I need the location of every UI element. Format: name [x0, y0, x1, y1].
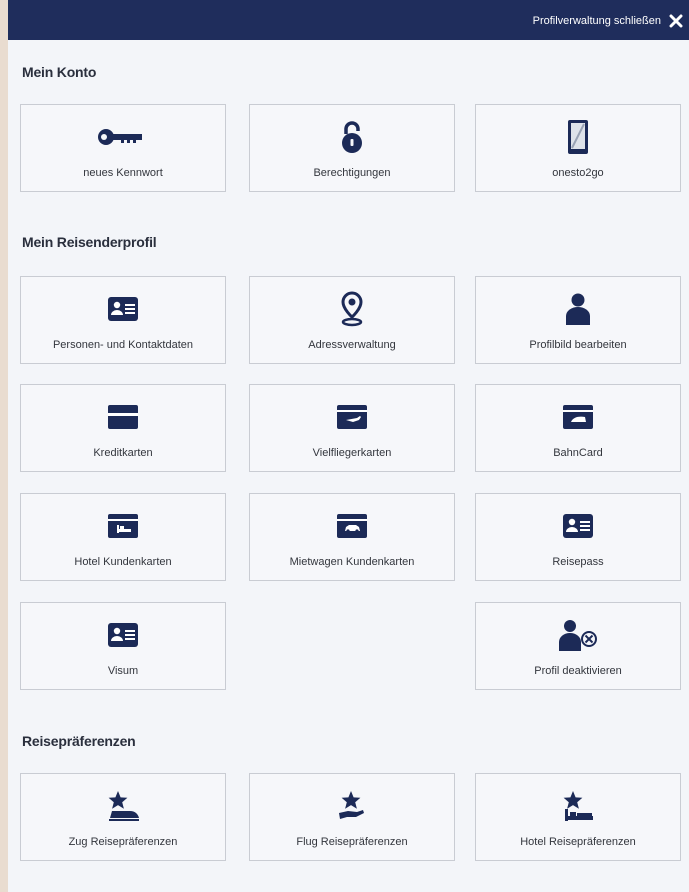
tile-neues-kennwort[interactable]: neues Kennwort	[20, 104, 226, 192]
tile-reisepass[interactable]: Reisepass	[475, 493, 681, 581]
tile-flug-reisepraeferenzen[interactable]: Flug Reisepräferenzen	[249, 773, 455, 861]
tile-label: Kreditkarten	[93, 447, 153, 459]
star-train-icon	[108, 791, 139, 821]
tile-hotel-reisepraeferenzen[interactable]: Hotel Reisepräferenzen	[475, 773, 681, 861]
tile-label: Visum	[107, 665, 139, 677]
section-title-konto: Mein Konto	[22, 64, 97, 80]
tile-profilbild-bearbeiten[interactable]: Profilbild bearbeiten	[475, 276, 681, 364]
top-bar: Profilverwaltung schließen	[8, 0, 689, 40]
tile-zug-reisepraeferenzen[interactable]: Zug Reisepräferenzen	[20, 773, 226, 861]
map-pin-icon	[341, 291, 363, 327]
tile-label: Mietwagen Kundenkarten	[289, 556, 415, 568]
tile-mietwagen-kundenkarten[interactable]: Mietwagen Kundenkarten	[249, 493, 455, 581]
section-title-reisepraeferenzen: Reisepräferenzen	[22, 733, 136, 749]
bahncard-icon	[563, 405, 593, 429]
tile-label: Reisepass	[552, 556, 604, 568]
tile-label: Adressverwaltung	[308, 339, 396, 351]
star-bed-icon	[563, 791, 593, 821]
star-hand-icon	[339, 791, 364, 819]
user-icon	[566, 293, 590, 325]
profile-panel: Profilverwaltung schließen Mein Konto ne…	[8, 0, 689, 892]
close-profile-button[interactable]: Profilverwaltung schließen	[533, 12, 683, 30]
tile-label: Personen- und Kontaktdaten	[52, 339, 194, 351]
tile-label: BahnCard	[553, 447, 603, 459]
tile-profil-deaktivieren[interactable]: Profil deaktivieren	[475, 602, 681, 690]
tile-bahncard[interactable]: BahnCard	[475, 384, 681, 472]
section-title-reisenderprofil: Mein Reisenderprofil	[22, 234, 157, 250]
tile-berechtigungen[interactable]: Berechtigungen	[249, 104, 455, 192]
tile-vielfliegerkarten[interactable]: Vielfliegerkarten	[249, 384, 455, 472]
tile-label: Hotel Reisepräferenzen	[520, 836, 636, 848]
tile-label: neues Kennwort	[83, 167, 163, 179]
key-icon	[98, 129, 142, 145]
close-x-icon	[669, 14, 683, 28]
frequent-flyer-card-icon	[337, 405, 367, 429]
tile-label: Berechtigungen	[313, 167, 391, 179]
credit-card-icon	[108, 405, 138, 429]
tile-label: Hotel Kundenkarten	[74, 556, 172, 568]
tile-label: Profil deaktivieren	[534, 665, 622, 677]
tile-adressverwaltung[interactable]: Adressverwaltung	[249, 276, 455, 364]
smartphone-icon	[568, 120, 588, 154]
tile-label: Profilbild bearbeiten	[529, 339, 627, 351]
tile-personen-kontaktdaten[interactable]: Personen- und Kontaktdaten	[20, 276, 226, 364]
user-deactivate-icon	[559, 620, 597, 651]
hotel-card-icon	[108, 514, 138, 538]
id-card-icon	[108, 297, 138, 321]
tile-label: Zug Reisepräferenzen	[68, 836, 178, 848]
tile-hotel-kundenkarten[interactable]: Hotel Kundenkarten	[20, 493, 226, 581]
passport-id-icon	[563, 514, 593, 538]
visa-id-icon	[108, 623, 138, 647]
tile-onesto2go[interactable]: onesto2go	[475, 104, 681, 192]
tile-visum[interactable]: Visum	[20, 602, 226, 690]
close-profile-label: Profilverwaltung schließen	[532, 15, 661, 27]
padlock-icon	[342, 121, 362, 153]
tile-label: Vielfliegerkarten	[312, 447, 392, 459]
tile-label: onesto2go	[552, 167, 604, 179]
tile-kreditkarten[interactable]: Kreditkarten	[20, 384, 226, 472]
rental-car-card-icon	[337, 514, 367, 538]
tile-label: Flug Reisepräferenzen	[296, 836, 408, 848]
